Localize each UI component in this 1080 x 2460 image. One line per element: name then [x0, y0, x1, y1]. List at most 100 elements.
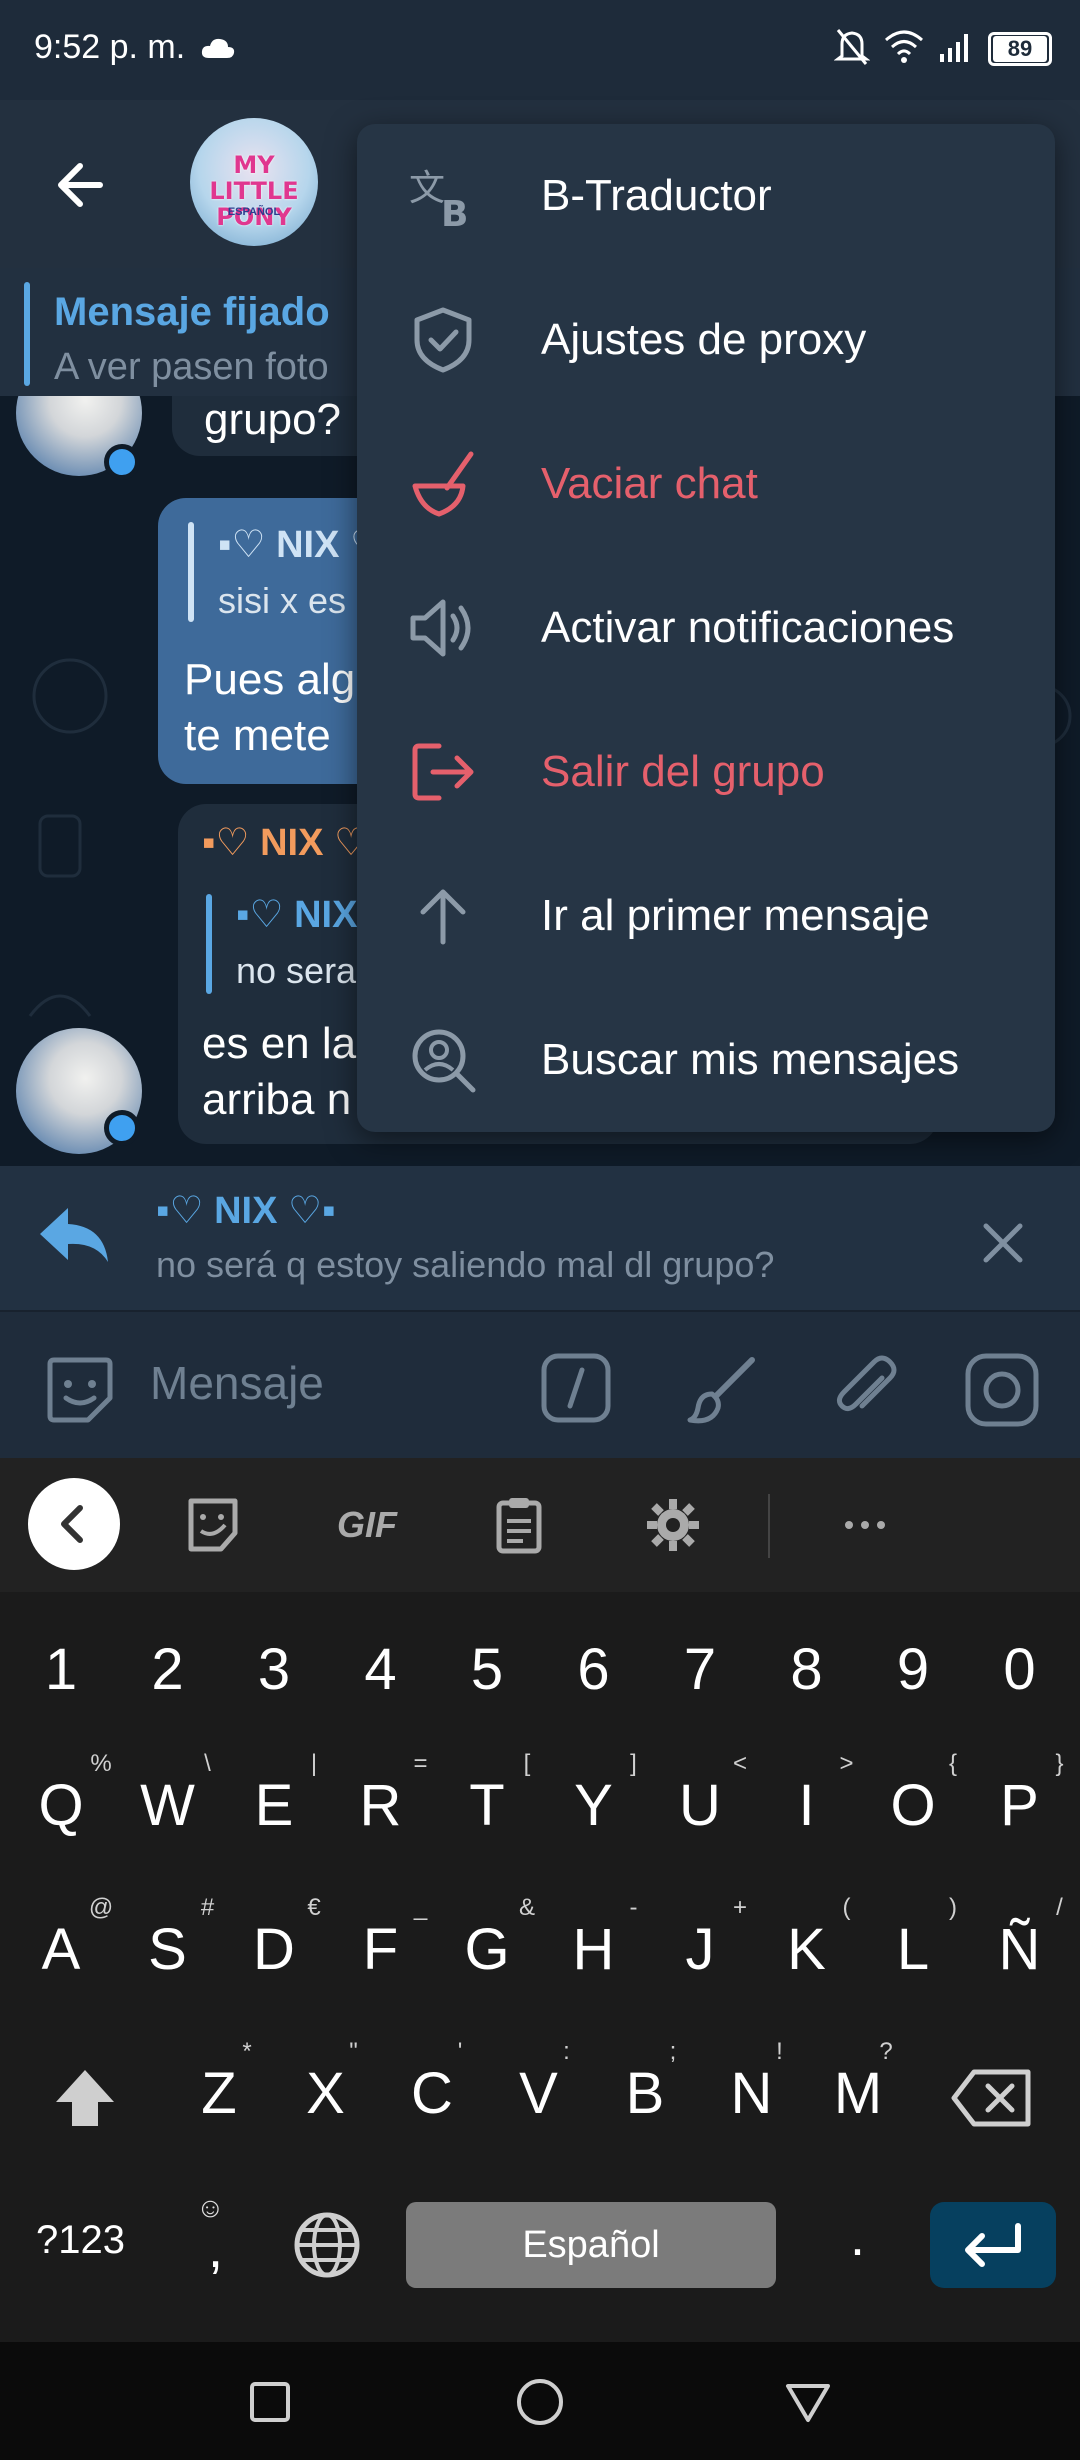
key-letter[interactable]: F [336, 1916, 426, 1983]
key-number[interactable]: 4 [336, 1636, 426, 1703]
key-number[interactable]: 8 [762, 1636, 852, 1703]
key-letter[interactable]: O [868, 1772, 958, 1839]
key-letter[interactable]: D [229, 1916, 319, 1983]
menu-item-first-message[interactable]: Ir al primer mensaje [357, 844, 1055, 988]
sticker-icon [47, 1357, 113, 1423]
broom-icon [407, 448, 479, 520]
sticker-button[interactable] [40, 1350, 120, 1430]
key-letter[interactable]: L [868, 1916, 958, 1983]
key-hint: ? [879, 2038, 893, 2065]
translate-icon: 文B [407, 160, 479, 232]
pinned-text: A ver pasen foto [54, 346, 329, 388]
enter-key[interactable] [930, 2202, 1056, 2288]
key-number[interactable]: 2 [123, 1636, 213, 1703]
key-hint: € [307, 1894, 321, 1921]
key-letter[interactable]: R [336, 1772, 426, 1839]
menu-item-clear-chat[interactable]: Vaciar chat [357, 412, 1055, 556]
enter-icon [965, 2223, 1021, 2267]
menu-label: Activar notificaciones [541, 603, 955, 652]
key-number[interactable]: 1 [16, 1636, 106, 1703]
key-hint: % [90, 1750, 112, 1777]
keyboard-more-button[interactable] [820, 1480, 910, 1570]
key-hint: _ [413, 1894, 428, 1921]
shift-key[interactable] [50, 2064, 120, 2134]
keyboard-collapse-button[interactable] [28, 1478, 120, 1570]
cancel-reply-button[interactable] [968, 1208, 1038, 1278]
key-letter[interactable]: G [442, 1916, 532, 1983]
space-key[interactable]: Español [406, 2202, 776, 2288]
key-letter[interactable]: X [281, 2060, 371, 2127]
key-number[interactable]: 7 [655, 1636, 745, 1703]
camera-button[interactable] [962, 1350, 1042, 1430]
key-letter[interactable]: A [16, 1916, 106, 1983]
back-button[interactable] [40, 140, 130, 230]
key-number[interactable]: 6 [549, 1636, 639, 1703]
comma-key[interactable]: , [208, 2218, 223, 2280]
key-letter[interactable]: P [975, 1772, 1065, 1839]
key-letter[interactable]: J [655, 1916, 745, 1983]
menu-label: Salir del grupo [541, 747, 825, 796]
key-letter[interactable]: Z [174, 2060, 264, 2127]
key-letter[interactable]: I [762, 1772, 852, 1839]
status-time: 9:52 p. m. [34, 28, 186, 66]
key-letter[interactable]: M [813, 2060, 903, 2127]
menu-item-search-my-messages[interactable]: Buscar mis mensajes [357, 988, 1055, 1132]
key-letter[interactable]: Ñ [975, 1916, 1065, 1983]
arrow-up-icon [407, 880, 479, 952]
key-letter[interactable]: N [707, 2060, 797, 2127]
key-hint: / [1056, 1894, 1063, 1921]
key-letter[interactable]: H [549, 1916, 639, 1983]
speaker-icon [407, 592, 479, 664]
menu-label: Vaciar chat [541, 459, 758, 508]
key-number[interactable]: 0 [975, 1636, 1065, 1703]
gif-button[interactable]: GIF [322, 1480, 412, 1570]
menu-item-translator[interactable]: 文B B-Traductor [357, 124, 1055, 268]
quote-bar [188, 522, 194, 622]
key-number[interactable]: 9 [868, 1636, 958, 1703]
key-letter[interactable]: V [494, 2060, 584, 2127]
keyboard-settings-button[interactable] [628, 1480, 718, 1570]
key-letter[interactable]: Q [16, 1772, 106, 1839]
keyboard-sticker-button[interactable] [168, 1480, 258, 1570]
key-hint: @ [88, 1894, 114, 1921]
pinned-accent-bar [24, 282, 30, 386]
key-number[interactable]: 3 [229, 1636, 319, 1703]
language-key[interactable] [290, 2208, 364, 2282]
recents-button[interactable] [248, 2380, 292, 2424]
back-nav-button[interactable] [784, 2378, 832, 2426]
quote-text: sisi x es [218, 580, 347, 621]
key-letter[interactable]: S [123, 1916, 213, 1983]
message-text: Pues alg [184, 655, 356, 704]
bot-commands-button[interactable] [540, 1352, 612, 1424]
globe-icon [294, 2212, 360, 2278]
message-text: arriba n [202, 1075, 352, 1124]
menu-item-enable-notifications[interactable]: Activar notificaciones [357, 556, 1055, 700]
clipboard-button[interactable] [474, 1480, 564, 1570]
key-letter[interactable]: C [387, 2060, 477, 2127]
group-avatar[interactable]: MY LITTLE PONY ESPAÑOL [190, 118, 318, 246]
svg-text:B: B [441, 194, 468, 232]
home-button[interactable] [514, 2376, 566, 2428]
draw-button[interactable] [682, 1350, 762, 1430]
key-letter[interactable]: U [655, 1772, 745, 1839]
online-indicator [104, 1110, 140, 1146]
key-number[interactable]: 5 [442, 1636, 532, 1703]
key-hint: > [839, 1750, 854, 1777]
backspace-key[interactable] [950, 2066, 1034, 2130]
key-letter[interactable]: B [600, 2060, 690, 2127]
message-input[interactable]: Mensaje [150, 1356, 324, 1410]
bell-off-icon [833, 26, 871, 71]
period-key[interactable]: . [850, 2206, 865, 2268]
key-letter[interactable]: Y [549, 1772, 639, 1839]
message-text: es en la [202, 1019, 357, 1068]
key-letter[interactable]: W [123, 1772, 213, 1839]
gear-icon [647, 1499, 699, 1551]
menu-item-leave-group[interactable]: Salir del grupo [357, 700, 1055, 844]
key-letter[interactable]: T [442, 1772, 532, 1839]
menu-item-proxy[interactable]: Ajustes de proxy [357, 268, 1055, 412]
key-letter[interactable]: K [762, 1916, 852, 1983]
key-letter[interactable]: E [229, 1772, 319, 1839]
attach-button[interactable] [826, 1350, 906, 1430]
more-dots-icon [845, 1521, 885, 1529]
symbols-key[interactable]: ?123 [36, 2218, 125, 2263]
